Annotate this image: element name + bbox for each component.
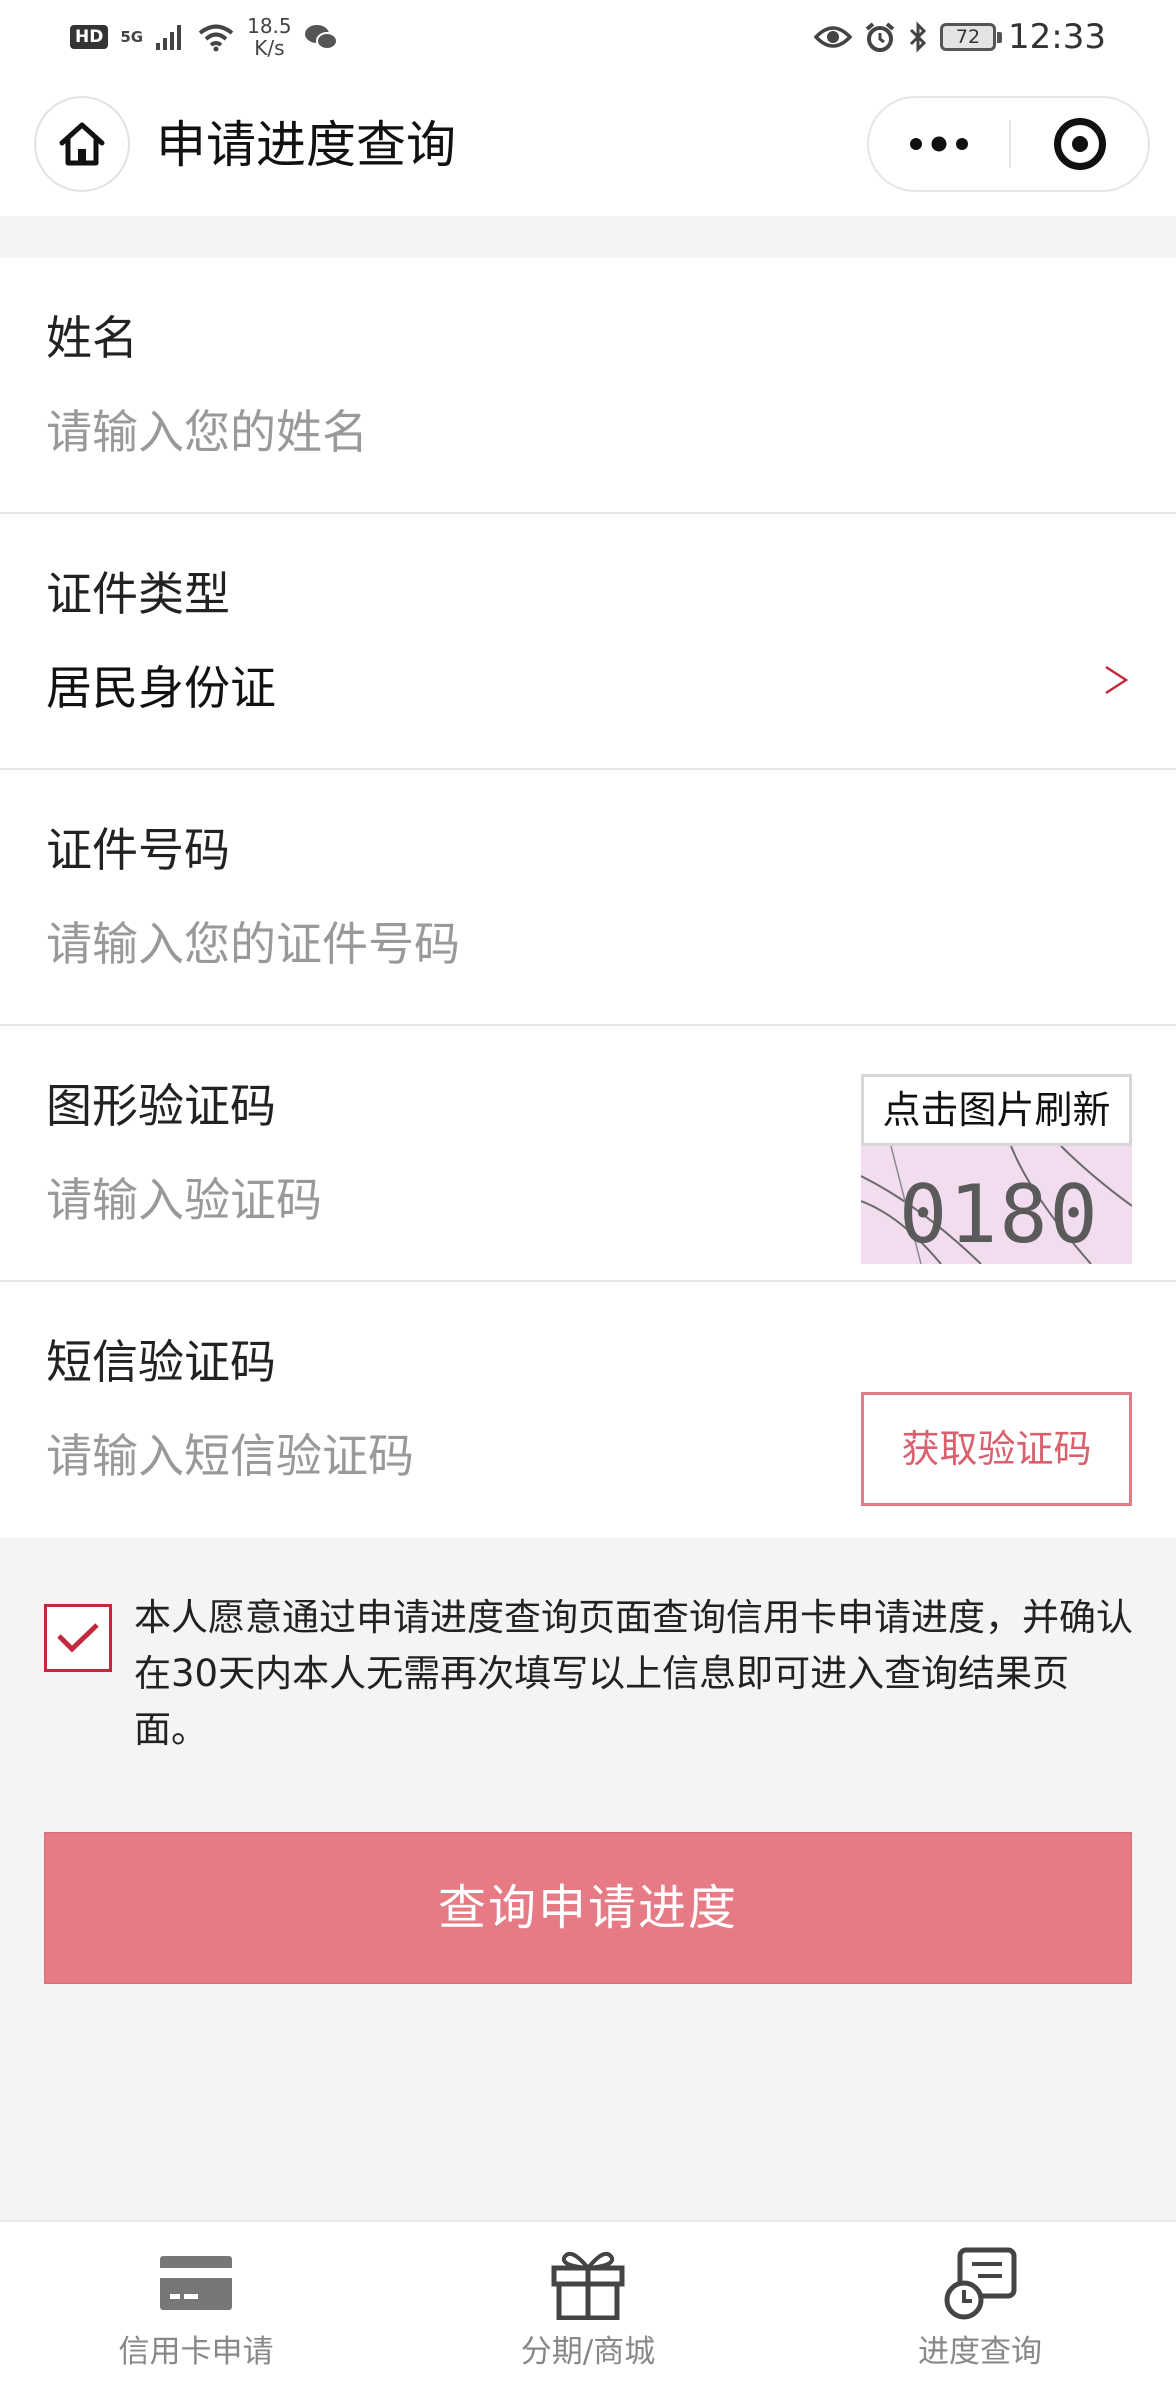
agreement-text: 本人愿意通过申请进度查询页面查询信用卡申请进度，并确认在30天内本人无需再次填写… (134, 1596, 1133, 1751)
chevron-right-icon (1105, 665, 1129, 695)
tab-progress-query[interactable]: 进度查询 (784, 2222, 1176, 2400)
captcha-image-text: 0180 (899, 1168, 1100, 1261)
more-dots-icon (910, 136, 968, 152)
name-input[interactable] (46, 400, 806, 464)
status-bar-left: HD 5G 18.5 K/s (70, 14, 338, 60)
id-type-label: 证件类型 (46, 567, 230, 621)
captcha-field: 图形验证码 点击图片刷新 0180 (0, 1026, 1176, 1282)
network-speed-unit: K/s (254, 36, 285, 60)
network-speed: 18.5 K/s (247, 15, 292, 59)
status-bar-right: 72 12:33 (814, 14, 1106, 60)
credit-card-icon (160, 2256, 232, 2310)
query-form: 姓名 证件类型 居民身份证 证件号码 图形验证码 点击图片刷新 0180 短信 (0, 258, 1176, 1538)
tab-label: 分期/商城 (520, 2334, 656, 2370)
home-icon (59, 122, 105, 166)
tab-label: 进度查询 (918, 2334, 1042, 2370)
get-sms-code-button[interactable]: 获取验证码 (861, 1392, 1132, 1506)
captcha-image[interactable]: 0180 (861, 1146, 1132, 1264)
eye-icon (814, 26, 853, 48)
sms-label: 短信验证码 (46, 1335, 276, 1389)
more-button[interactable] (869, 98, 1009, 190)
hd-badge: HD (70, 25, 109, 49)
id-number-field: 证件号码 (0, 770, 1176, 1026)
captcha-input[interactable] (46, 1168, 806, 1232)
tab-installment-mall[interactable]: 分期/商城 (392, 2222, 784, 2400)
alarm-icon (865, 22, 895, 52)
tab-bar: 信用卡申请 分期/商城 进度查询 (0, 2220, 1176, 2400)
navigation-bar: 申请进度查询 (0, 74, 1176, 216)
id-number-input[interactable] (46, 912, 806, 976)
sms-field: 短信验证码 获取验证码 (0, 1282, 1176, 1538)
captcha-label: 图形验证码 (46, 1079, 276, 1133)
network-type: 5G (120, 27, 144, 46)
wifi-icon (198, 24, 234, 52)
battery-icon: 72 (940, 23, 1003, 51)
captcha-refresh-hint[interactable]: 点击图片刷新 (861, 1074, 1132, 1146)
mini-program-capsule (867, 96, 1150, 192)
id-type-field[interactable]: 证件类型 居民身份证 (0, 514, 1176, 770)
checkmark-icon (57, 1623, 99, 1653)
close-target-icon (1054, 118, 1106, 170)
home-button[interactable] (34, 96, 130, 192)
query-progress-button[interactable]: 查询申请进度 (44, 1832, 1132, 1984)
agreement-checkbox[interactable] (44, 1604, 112, 1672)
name-field: 姓名 (0, 258, 1176, 514)
close-button[interactable] (1011, 98, 1149, 190)
name-label: 姓名 (46, 311, 138, 365)
bluetooth-icon (909, 21, 927, 53)
status-bar: HD 5G 18.5 K/s 72 12:33 (0, 0, 1176, 74)
signal-icon (156, 25, 182, 50)
progress-clock-icon (944, 2247, 1017, 2320)
id-type-value[interactable]: 居民身份证 (46, 658, 276, 718)
id-number-label: 证件号码 (46, 823, 230, 877)
clock-time: 12:33 (1008, 17, 1106, 57)
network-speed-value: 18.5 (247, 14, 292, 38)
wechat-icon (304, 25, 338, 50)
tab-credit-card-apply[interactable]: 信用卡申请 (0, 2222, 392, 2400)
agreement-section: 本人愿意通过申请进度查询页面查询信用卡申请进度，并确认在30天内本人无需再次填写… (0, 1550, 1176, 1780)
tab-label: 信用卡申请 (118, 2334, 274, 2370)
gift-icon (551, 2251, 625, 2320)
page-title: 申请进度查询 (156, 116, 456, 174)
sms-code-input[interactable] (46, 1424, 806, 1488)
